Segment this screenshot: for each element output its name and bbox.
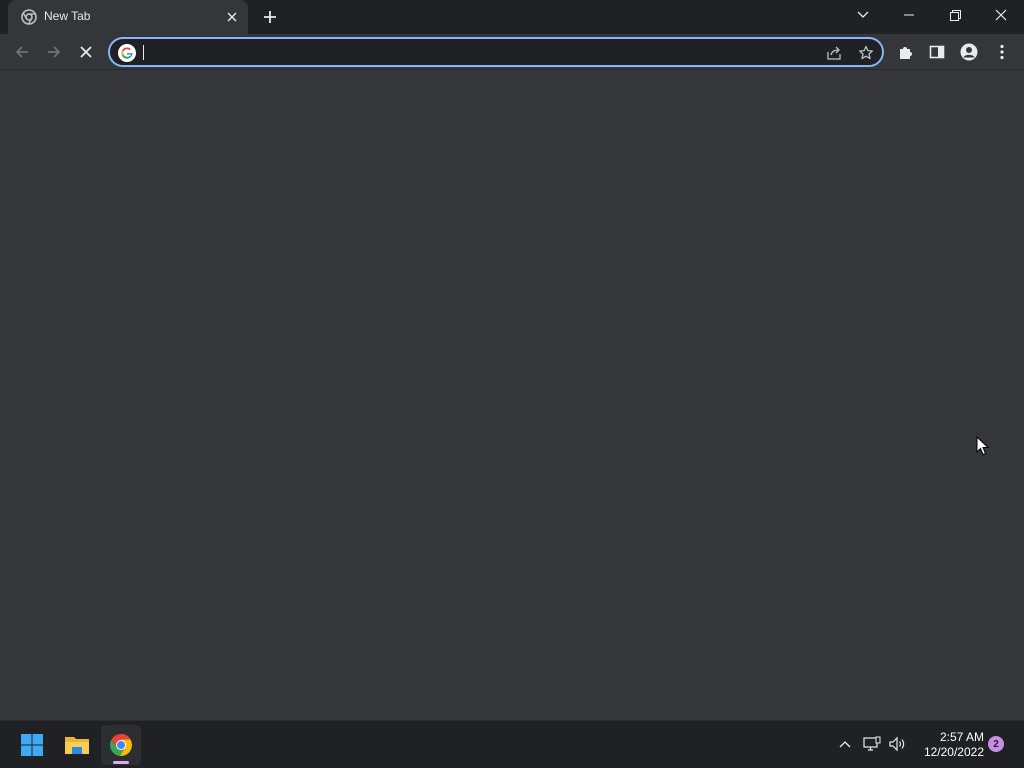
chrome-tab-icon <box>21 9 37 25</box>
chrome-icon <box>109 734 133 757</box>
network-icon <box>863 736 881 751</box>
network-button[interactable] <box>861 733 883 755</box>
side-panel-icon <box>929 45 945 59</box>
tab-title: New Tab <box>44 9 91 23</box>
side-panel-button[interactable] <box>921 36 953 68</box>
chrome-taskbar-button[interactable] <box>101 725 141 765</box>
browser-toolbar <box>0 34 1024 70</box>
restore-icon <box>949 9 961 21</box>
share-button[interactable] <box>823 42 845 64</box>
volume-icon <box>889 736 905 752</box>
profile-icon <box>960 43 978 61</box>
share-icon <box>827 46 841 60</box>
page-content <box>0 70 1024 720</box>
tab-new-tab[interactable]: New Tab <box>8 0 248 34</box>
close-icon <box>995 9 1007 21</box>
taskbar: 2:57 AM 12/20/2022 <box>0 720 1024 768</box>
extensions-button[interactable] <box>890 36 922 68</box>
active-app-indicator <box>113 761 129 764</box>
volume-button[interactable] <box>886 733 908 755</box>
close-icon <box>227 12 237 22</box>
start-icon <box>21 734 43 756</box>
menu-button[interactable] <box>986 36 1018 68</box>
address-input[interactable] <box>142 42 802 62</box>
clock-time: 2:57 AM <box>939 730 984 744</box>
profile-button[interactable] <box>953 36 985 68</box>
notification-badge[interactable]: 2 <box>988 736 1004 752</box>
restore-button[interactable] <box>932 0 978 30</box>
google-icon <box>118 44 136 62</box>
show-hidden-icons-button[interactable] <box>834 733 856 755</box>
chevron-up-icon <box>839 741 851 748</box>
tab-search-button[interactable] <box>840 0 886 30</box>
clock-date: 12/20/2022 <box>923 745 984 759</box>
arrow-left-icon <box>15 46 28 58</box>
tab-close-button[interactable] <box>222 7 242 27</box>
clock[interactable]: 2:57 AM 12/20/2022 <box>916 730 984 760</box>
text-caret <box>143 45 144 60</box>
minimize-icon <box>904 14 914 16</box>
title-bar: New Tab <box>0 0 1024 34</box>
plus-icon <box>264 11 276 23</box>
chevron-down-icon <box>857 11 869 18</box>
stop-button[interactable] <box>70 36 102 68</box>
new-tab-button[interactable] <box>259 6 281 28</box>
mouse-cursor-icon <box>976 436 990 456</box>
kebab-menu-icon <box>1000 44 1004 60</box>
arrow-right-icon <box>48 46 61 58</box>
start-button[interactable] <box>12 725 52 765</box>
close-window-button[interactable] <box>978 0 1024 30</box>
forward-button[interactable] <box>38 36 70 68</box>
bookmark-button[interactable] <box>855 42 877 64</box>
file-explorer-button[interactable] <box>57 725 97 765</box>
file-explorer-icon <box>65 737 89 754</box>
star-icon <box>859 45 873 60</box>
back-button[interactable] <box>6 36 38 68</box>
puzzle-icon <box>900 47 912 59</box>
stop-loading-icon <box>80 46 92 58</box>
address-bar[interactable] <box>108 37 884 67</box>
minimize-button[interactable] <box>886 0 932 30</box>
